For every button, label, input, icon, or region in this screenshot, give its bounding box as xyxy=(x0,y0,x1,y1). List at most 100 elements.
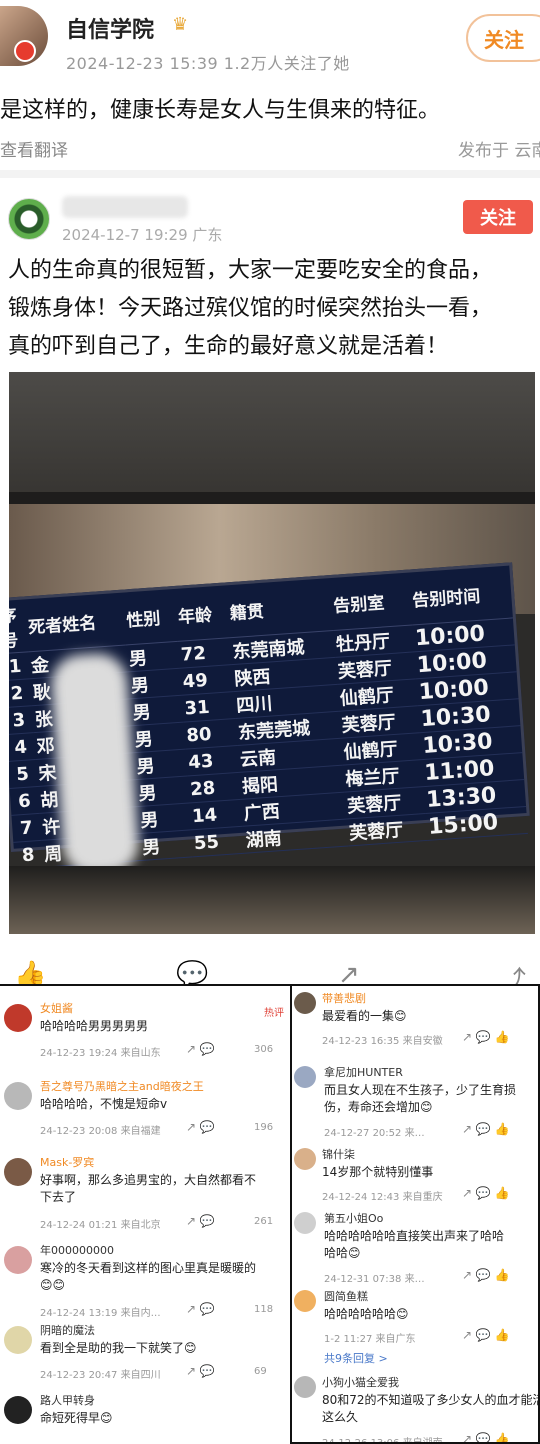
post-text: 是这样的，健康长寿是女人与生俱来的特征。 xyxy=(0,98,441,123)
col-header: 告别室 xyxy=(329,572,413,631)
board-cell: 49 xyxy=(179,664,234,696)
comment-text: 哈哈哈哈哈哈直接笑出声来了哈哈 xyxy=(324,1229,505,1243)
comment-meta: 24-12-27 20:52 来… xyxy=(324,1128,425,1139)
board-cell: 男 xyxy=(126,641,180,672)
board-cell: 男 xyxy=(133,749,188,780)
col-header: 年龄 xyxy=(174,585,230,642)
follow-button[interactable]: 关注 xyxy=(466,14,540,62)
comment-actions[interactable]: ↗ 💬 👍 xyxy=(462,1030,510,1044)
commenter-avatar[interactable] xyxy=(4,1082,32,1110)
comment-text: 而且女人现在不生孩子，少了生育损 xyxy=(324,1083,517,1097)
comment-text: 最爱看的一集😊 xyxy=(322,1009,407,1023)
board-cell: 5 xyxy=(9,759,38,789)
board-cell: 男 xyxy=(139,829,193,861)
board-cell: 8 xyxy=(13,840,44,870)
comment-text: 好事啊，那么多追男宝的，大自然都看不 xyxy=(40,1173,257,1187)
comment-actions[interactable]: ↗ 💬 xyxy=(186,1364,215,1378)
commenter-name[interactable]: 年000000000 xyxy=(40,1242,114,1258)
board-cell: 2 xyxy=(9,678,32,708)
commenter-name[interactable]: 路人甲转身 xyxy=(40,1392,95,1408)
author-name[interactable]: 自信学院 xyxy=(66,12,154,44)
comment-actions[interactable]: ↗ 💬 xyxy=(186,1214,215,1228)
comment-actions[interactable]: ↗ 💬 👍 xyxy=(462,1186,510,1200)
like-count: 118 xyxy=(254,1304,274,1315)
like-count: 306 xyxy=(254,1044,274,1055)
translate-link[interactable]: 查看翻译 xyxy=(0,136,68,161)
board-cell: 14 xyxy=(189,799,243,830)
commenter-name[interactable]: 拿尼加HUNTER xyxy=(324,1064,403,1080)
photo-ceiling xyxy=(9,372,535,500)
post-photo[interactable]: 序号 死者姓名 性别 年龄 籍贯 告别室 告别时间 1 金男 72 东莞南城 牡丹厅 10… xyxy=(9,372,535,934)
comment-text: 下去了 xyxy=(40,1190,77,1204)
embedded-author-avatar[interactable] xyxy=(8,198,50,240)
comment-meta: 24-12-24 12:43 来自重庆 xyxy=(322,1192,443,1203)
col-header: 性别 xyxy=(122,588,178,645)
post-meta: 2024-12-23 15:39 1.2万人关注了她 xyxy=(66,54,350,73)
board-cell: 15:00 xyxy=(425,806,528,841)
embedded-post-meta: 2024-12-7 19:29 广东 xyxy=(62,226,223,244)
comment-actions[interactable]: ↗ 💬 👍 xyxy=(462,1432,510,1442)
like-count: 261 xyxy=(254,1216,274,1227)
commenter-name[interactable]: 圆简鱼糕 xyxy=(324,1288,368,1304)
commenter-name[interactable]: Mask-罗宾 xyxy=(40,1154,94,1170)
blur-mask xyxy=(49,651,141,877)
comment-actions[interactable]: ↗ 💬 👍 xyxy=(462,1328,510,1342)
embedded-post-text: 人的生命真的很短暂，大家一定要吃安全的食品， 锻炼身体！今天路过殡仪馆的时候突然… xyxy=(8,252,538,366)
commenter-avatar[interactable] xyxy=(294,1212,316,1234)
board-cell: 男 xyxy=(129,695,184,726)
commenter-avatar[interactable] xyxy=(4,1158,32,1186)
board-cell: 3 xyxy=(9,705,34,735)
commenter-avatar[interactable] xyxy=(4,1326,32,1354)
board-cell: 7 xyxy=(11,813,42,843)
commenter-avatar[interactable] xyxy=(294,1376,316,1398)
board-cell: 80 xyxy=(183,718,238,750)
board-cell: 男 xyxy=(135,776,190,807)
commenter-avatar[interactable] xyxy=(4,1246,32,1274)
comment-actions[interactable]: ↗ 💬 xyxy=(186,1120,215,1134)
author-avatar[interactable] xyxy=(0,6,48,66)
comment-text: 看到全是助的我一下就笑了😊 xyxy=(40,1341,197,1355)
published-location: 发布于 云南 xyxy=(458,141,540,161)
col-header: 死者姓名 xyxy=(24,592,127,652)
comment-text: 伤，寿命还会增加😊 xyxy=(324,1100,433,1114)
commenter-avatar[interactable] xyxy=(4,1004,32,1032)
text-line: 真的吓到自己了，生命的最好意义就是活着！ xyxy=(8,334,449,359)
comment-text: 哈哈哈哈，不愧是短命v xyxy=(40,1097,168,1111)
comment-meta: 24-12-31 07:38 来… xyxy=(324,1274,425,1285)
board-cell: 芙蓉厅 xyxy=(346,813,428,846)
comment-meta: 1-2 11:27 来自广东 xyxy=(324,1334,416,1345)
col-header: 告别时间 xyxy=(408,565,513,625)
board-cell: 男 xyxy=(131,722,186,753)
board-cell: 28 xyxy=(187,772,241,803)
comment-text: 命短死得早😊 xyxy=(40,1411,113,1425)
blurred-author-name xyxy=(62,196,188,218)
crown-icon: ♛ xyxy=(172,14,189,35)
comment-actions[interactable]: ↗ 💬 xyxy=(186,1302,215,1316)
commenter-name[interactable]: 阴暗的魔法 xyxy=(40,1322,95,1338)
comment-actions[interactable]: ↗ 💬 👍 xyxy=(462,1122,510,1136)
commenter-name[interactable]: 锦什柒 xyxy=(322,1146,355,1162)
comment-actions[interactable]: ↗ 💬 👍 xyxy=(462,1268,510,1282)
comment-actions[interactable]: ↗ 💬 xyxy=(186,1042,215,1056)
commenter-name[interactable]: 小狗小猫全爱我 xyxy=(322,1374,399,1390)
commenter-avatar[interactable] xyxy=(294,1148,316,1170)
comment-text: 哈哈哈哈男男男男男 xyxy=(40,1019,149,1033)
comment-text: 😊😊 xyxy=(40,1278,66,1292)
board-cell: 72 xyxy=(177,637,232,669)
commenter-name[interactable]: 第五小姐Oo xyxy=(324,1210,383,1226)
commenter-name[interactable]: 女姐酱 xyxy=(40,1000,73,1016)
comment-text: 80和72的不知道吸了多少女人的血才能活 xyxy=(322,1393,540,1407)
commenter-name[interactable]: 吾之尊号乃黑暗之主and暗夜之王 xyxy=(40,1078,204,1094)
commenter-avatar[interactable] xyxy=(294,1066,316,1088)
commenter-avatar[interactable] xyxy=(4,1396,32,1424)
board-cell: 男 xyxy=(137,802,192,834)
board-cell: 31 xyxy=(181,691,236,723)
commenter-avatar[interactable] xyxy=(294,992,316,1014)
commenter-name[interactable]: 带善悲剧 xyxy=(322,990,366,1006)
text-line: 人的生命真的很短暂，大家一定要吃安全的食品， xyxy=(8,258,493,283)
commenter-avatar[interactable] xyxy=(294,1290,316,1312)
reply-count-link[interactable]: 共9条回复 > xyxy=(324,1350,388,1366)
text-line: 锻炼身体！今天路过殡仪馆的时候突然抬头一看， xyxy=(8,296,493,321)
embedded-follow-button[interactable]: 关注 xyxy=(463,200,533,234)
board-cell: 55 xyxy=(191,826,245,857)
